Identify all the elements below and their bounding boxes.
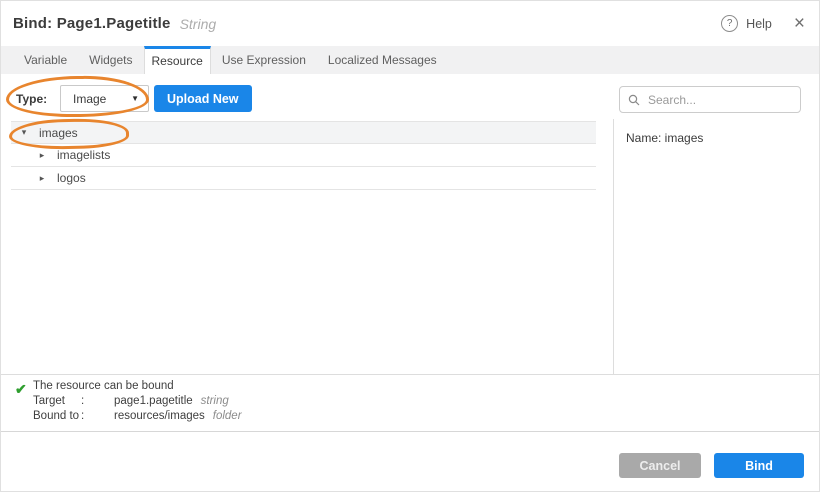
status-row-target: Target : page1.pagetitle string [33, 394, 242, 409]
dialog-title: Bind: Page1.Pagetitle [13, 15, 171, 32]
tree-item-logos[interactable]: ▸ logos [11, 167, 596, 190]
panel-divider [613, 119, 614, 374]
selected-resource-name: Name: images [626, 131, 703, 145]
chevron-down-icon: ▼ [131, 94, 139, 103]
type-select-value: Image [73, 92, 106, 106]
footer-separator [1, 431, 819, 432]
search-input[interactable] [646, 92, 792, 108]
bound-to-type: folder [213, 409, 242, 424]
help-icon[interactable]: ? [721, 15, 738, 32]
search-icon [628, 94, 640, 106]
success-check-icon: ✔ [15, 381, 27, 398]
tab-localized-messages[interactable]: Localized Messages [317, 46, 448, 74]
bound-to-value: resources/images [114, 409, 205, 424]
target-type: string [201, 394, 229, 409]
tree-item-images[interactable]: ▾ images [11, 121, 596, 144]
close-icon[interactable]: × [794, 14, 805, 33]
resource-tree: ▾ images ▸ imagelists ▸ logos [11, 121, 596, 190]
type-label: Type: [16, 92, 47, 106]
bind-button[interactable]: Bind [714, 453, 804, 478]
header-actions: ? Help × [721, 14, 805, 33]
tree-item-label: images [39, 126, 78, 140]
tree-item-label: imagelists [57, 148, 110, 162]
type-select[interactable]: Image ▼ [60, 85, 149, 112]
caret-down-icon[interactable]: ▾ [17, 127, 31, 138]
dialog-type-badge: String [180, 16, 217, 32]
target-value: page1.pagetitle [114, 394, 193, 409]
upload-new-button[interactable]: Upload New [154, 85, 252, 112]
caret-right-icon[interactable]: ▸ [35, 150, 49, 161]
status-row-bound-to: Bound to : resources/images folder [33, 409, 242, 424]
dialog-header: Bind: Page1.Pagetitle String ? Help × [1, 1, 819, 46]
help-link[interactable]: Help [746, 17, 772, 31]
tab-use-expression[interactable]: Use Expression [211, 46, 317, 74]
status-message: The resource can be bound [33, 379, 242, 394]
content-separator [1, 374, 819, 375]
cancel-button[interactable]: Cancel [619, 453, 701, 478]
caret-right-icon[interactable]: ▸ [35, 173, 49, 184]
tree-item-imagelists[interactable]: ▸ imagelists [11, 144, 596, 167]
tab-resource[interactable]: Resource [144, 46, 211, 74]
tab-variable[interactable]: Variable [13, 46, 78, 74]
tab-widgets[interactable]: Widgets [78, 46, 143, 74]
tab-bar: Variable Widgets Resource Use Expression… [1, 46, 819, 74]
bind-dialog: Bind: Page1.Pagetitle String ? Help × Va… [0, 0, 820, 492]
tree-item-label: logos [57, 171, 86, 185]
bind-status: The resource can be bound Target : page1… [33, 379, 242, 424]
search-box[interactable] [619, 86, 801, 113]
